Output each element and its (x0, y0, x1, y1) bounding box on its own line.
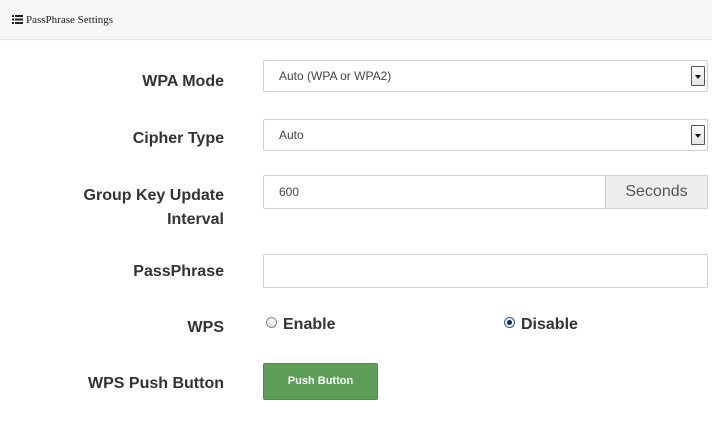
cipher-type-value: Auto (279, 128, 304, 142)
wps-label: WPS (187, 319, 224, 336)
chevron-down-icon[interactable] (691, 125, 705, 145)
passphrase-input[interactable] (263, 254, 708, 288)
wps-enable-radio[interactable]: Enable (266, 315, 335, 335)
wps-enable-label: Enable (283, 316, 336, 333)
wps-disable-radio[interactable]: Disable (504, 315, 578, 335)
group-key-interval-input[interactable]: 600 (263, 175, 605, 209)
wpa-mode-label: WPA Mode (142, 73, 224, 90)
wpa-mode-select[interactable]: Auto (WPA or WPA2) (263, 60, 708, 92)
group-key-interval-value: 600 (279, 185, 300, 199)
passphrase-label: PassPhrase (133, 263, 224, 280)
chevron-down-icon[interactable] (691, 66, 705, 86)
group-key-label-line1: Group Key Update (83, 187, 224, 204)
radio-unchecked-icon[interactable] (266, 317, 277, 329)
passphrase-settings-panel: PassPhrase Settings WPA Mode Auto (WPA o… (0, 0, 712, 426)
group-key-input-group: 600 Seconds (263, 175, 708, 209)
wps-push-button-label: WPS Push Button (88, 375, 224, 392)
cipher-type-select[interactable]: Auto (263, 119, 708, 151)
panel-body: WPA Mode Auto (WPA or WPA2) Cipher Type … (0, 41, 712, 426)
seconds-addon: Seconds (605, 175, 708, 209)
wpa-mode-value: Auto (WPA or WPA2) (279, 69, 392, 83)
panel-title: PassPhrase Settings (12, 13, 113, 27)
panel-title-text: PassPhrase Settings (26, 14, 114, 26)
cipher-type-label: Cipher Type (132, 130, 224, 147)
push-button[interactable]: Push Button (263, 363, 378, 400)
panel-header: PassPhrase Settings (0, 0, 712, 40)
radio-checked-icon[interactable] (504, 317, 515, 329)
wps-disable-label: Disable (521, 316, 578, 333)
list-icon (12, 14, 23, 24)
group-key-label-line2: Interval (167, 211, 224, 228)
